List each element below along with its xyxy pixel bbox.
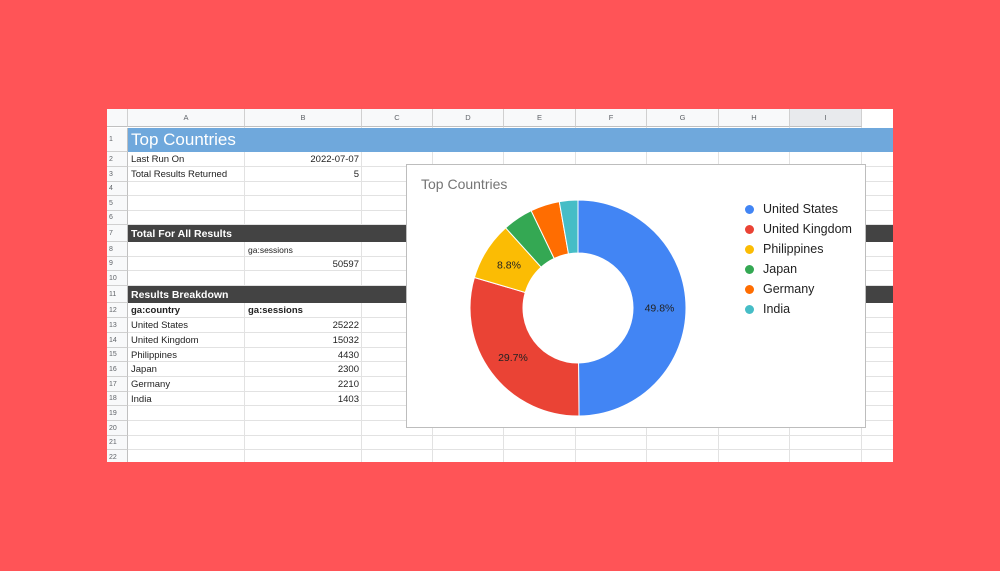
breakdown-country[interactable]: United Kingdom — [128, 333, 245, 348]
page-background: { "columns": ["A","B","C","D","E","F","G… — [0, 0, 1000, 571]
row-header-16[interactable]: 16 — [107, 362, 128, 377]
breakdown-sessions[interactable]: 25222 — [245, 318, 362, 333]
column-header-d[interactable]: D — [433, 109, 504, 127]
last-run-label[interactable]: Last Run On — [128, 152, 245, 167]
legend-item[interactable]: Philippines — [745, 239, 852, 259]
breakdown-country[interactable]: Japan — [128, 362, 245, 377]
legend-label: India — [763, 302, 791, 316]
row-gridline — [128, 449, 893, 450]
breakdown-sessions[interactable]: 15032 — [245, 333, 362, 348]
donut-chart[interactable]: 49.8% 29.7% 8.8% — [457, 187, 697, 427]
legend-item[interactable]: Japan — [745, 259, 852, 279]
chart-container[interactable]: Top Countries 49.8% 29.7% 8.8% United Stat… — [406, 164, 866, 428]
column-header-i[interactable]: I — [790, 109, 862, 127]
breakdown-country[interactable]: Germany — [128, 377, 245, 392]
legend-item[interactable]: Germany — [745, 279, 852, 299]
breakdown-sessions[interactable]: 4430 — [245, 348, 362, 363]
chart-legend[interactable]: United States United Kingdom Philippines Ja… — [745, 199, 852, 319]
column-header-c[interactable]: C — [362, 109, 433, 127]
breakdown-country[interactable]: Philippines — [128, 348, 245, 363]
row-header-11[interactable]: 11 — [107, 286, 128, 303]
legend-swatch — [745, 304, 754, 314]
legend-swatch — [745, 244, 754, 254]
row-header-10[interactable]: 10 — [107, 271, 128, 286]
row-header-12[interactable]: 12 — [107, 303, 128, 318]
row-header-13[interactable]: 13 — [107, 318, 128, 333]
legend-item[interactable]: United Kingdom — [745, 219, 852, 239]
row-header-14[interactable]: 14 — [107, 333, 128, 348]
legend-swatch — [745, 264, 754, 274]
legend-label: Philippines — [763, 242, 824, 256]
column-header-b[interactable]: B — [245, 109, 362, 127]
breakdown-sessions[interactable]: 2210 — [245, 377, 362, 392]
row-header-17[interactable]: 17 — [107, 377, 128, 392]
row-header-18[interactable]: 18 — [107, 392, 128, 406]
legend-label: United Kingdom — [763, 222, 852, 236]
breakdown-sessions[interactable]: 2300 — [245, 362, 362, 377]
row-header-2[interactable]: 2 — [107, 152, 128, 167]
donut-data-label: 8.8% — [497, 260, 521, 272]
column-header-f[interactable]: F — [576, 109, 647, 127]
legend-label: Japan — [763, 262, 798, 276]
column-header-e[interactable]: E — [504, 109, 576, 127]
row-header-20[interactable]: 20 — [107, 421, 128, 436]
legend-item[interactable]: United States — [745, 199, 852, 219]
row-header-6[interactable]: 6 — [107, 211, 128, 225]
row-gridline — [128, 435, 893, 436]
total-metric-value[interactable]: 50597 — [245, 257, 362, 272]
donut-slice-united-kingdom[interactable] — [469, 276, 580, 417]
legend-swatch — [745, 224, 754, 234]
select-all-corner[interactable] — [107, 109, 128, 127]
row-header-21[interactable]: 21 — [107, 436, 128, 450]
row-header-15[interactable]: 15 — [107, 348, 128, 362]
legend-item[interactable]: India — [745, 299, 852, 319]
legend-swatch — [745, 204, 754, 214]
row-header-19[interactable]: 19 — [107, 406, 128, 421]
legend-swatch — [745, 284, 754, 294]
breakdown-col-country[interactable]: ga:country — [128, 303, 245, 318]
row-header-7[interactable]: 7 — [107, 225, 128, 242]
row-header-22[interactable]: 22 — [107, 450, 128, 462]
legend-label: United States — [763, 202, 839, 216]
total-results-label[interactable]: Total Results Returned — [128, 167, 245, 182]
total-header[interactable]: Total For All Results — [131, 225, 232, 242]
column-header-h[interactable]: H — [719, 109, 790, 127]
breakdown-header[interactable]: Results Breakdown — [131, 286, 228, 303]
row-header-5[interactable]: 5 — [107, 196, 128, 211]
row-header-8[interactable]: 8 — [107, 242, 128, 257]
breakdown-col-sessions[interactable]: ga:sessions — [245, 303, 362, 318]
title-band — [128, 128, 893, 152]
column-header-g[interactable]: G — [647, 109, 719, 127]
breakdown-sessions[interactable]: 1403 — [245, 392, 362, 407]
row-header-3[interactable]: 3 — [107, 167, 128, 182]
row-header-1[interactable]: 1 — [107, 128, 128, 152]
breakdown-country[interactable]: India — [128, 392, 245, 407]
row-header-4[interactable]: 4 — [107, 182, 128, 196]
total-results-value[interactable]: 5 — [245, 167, 362, 182]
donut-data-label: 49.8% — [645, 303, 675, 315]
legend-label: Germany — [763, 282, 815, 296]
total-metric-header[interactable]: ga:sessions — [245, 242, 362, 257]
sheet-title[interactable]: Top Countries — [131, 128, 236, 152]
last-run-value[interactable]: 2022-07-07 — [245, 152, 362, 167]
row-header-9[interactable]: 9 — [107, 257, 128, 271]
breakdown-country[interactable]: United States — [128, 318, 245, 333]
column-header-a[interactable]: A — [128, 109, 245, 127]
donut-data-label: 29.7% — [498, 352, 528, 364]
